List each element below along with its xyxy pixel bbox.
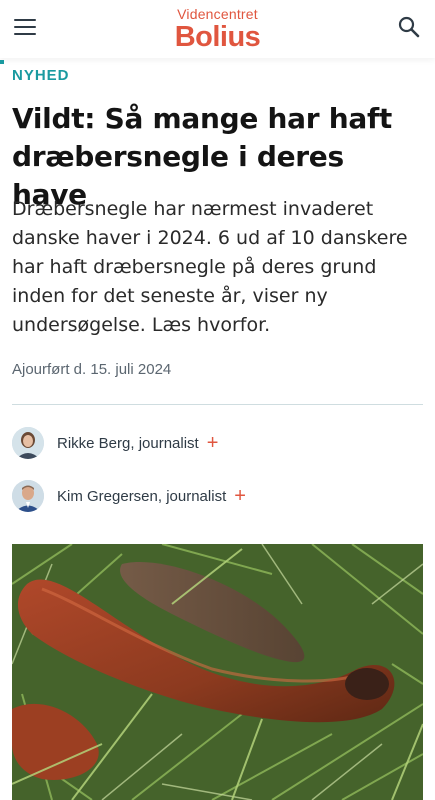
author-rikke-berg[interactable]: Rikke Berg, journalist + bbox=[12, 426, 218, 460]
author-name: Rikke Berg, journalist bbox=[57, 434, 199, 452]
site-header: Videncentret Bolius bbox=[0, 0, 435, 58]
follow-plus-icon[interactable]: + bbox=[234, 486, 246, 506]
divider bbox=[12, 404, 423, 405]
logo-tagline: Videncentret bbox=[177, 6, 258, 22]
follow-plus-icon[interactable]: + bbox=[207, 433, 219, 453]
author-kim-gregersen[interactable]: Kim Gregersen, journalist + bbox=[12, 479, 246, 513]
bolius-logo[interactable]: Videncentret Bolius bbox=[0, 6, 435, 52]
accent-marker bbox=[0, 60, 4, 64]
updated-date: Ajourført d. 15. juli 2024 bbox=[12, 361, 172, 378]
hero-image-slug[interactable] bbox=[12, 544, 423, 800]
search-icon[interactable] bbox=[397, 15, 421, 39]
author-avatar bbox=[12, 427, 44, 459]
logo-wordmark: Bolius bbox=[174, 21, 261, 53]
author-name: Kim Gregersen, journalist bbox=[57, 487, 227, 505]
category-label[interactable]: NYHED bbox=[12, 67, 70, 84]
article-lead: Dræbersnegle har nærmest invaderet dansk… bbox=[12, 198, 408, 336]
author-avatar bbox=[12, 480, 44, 512]
